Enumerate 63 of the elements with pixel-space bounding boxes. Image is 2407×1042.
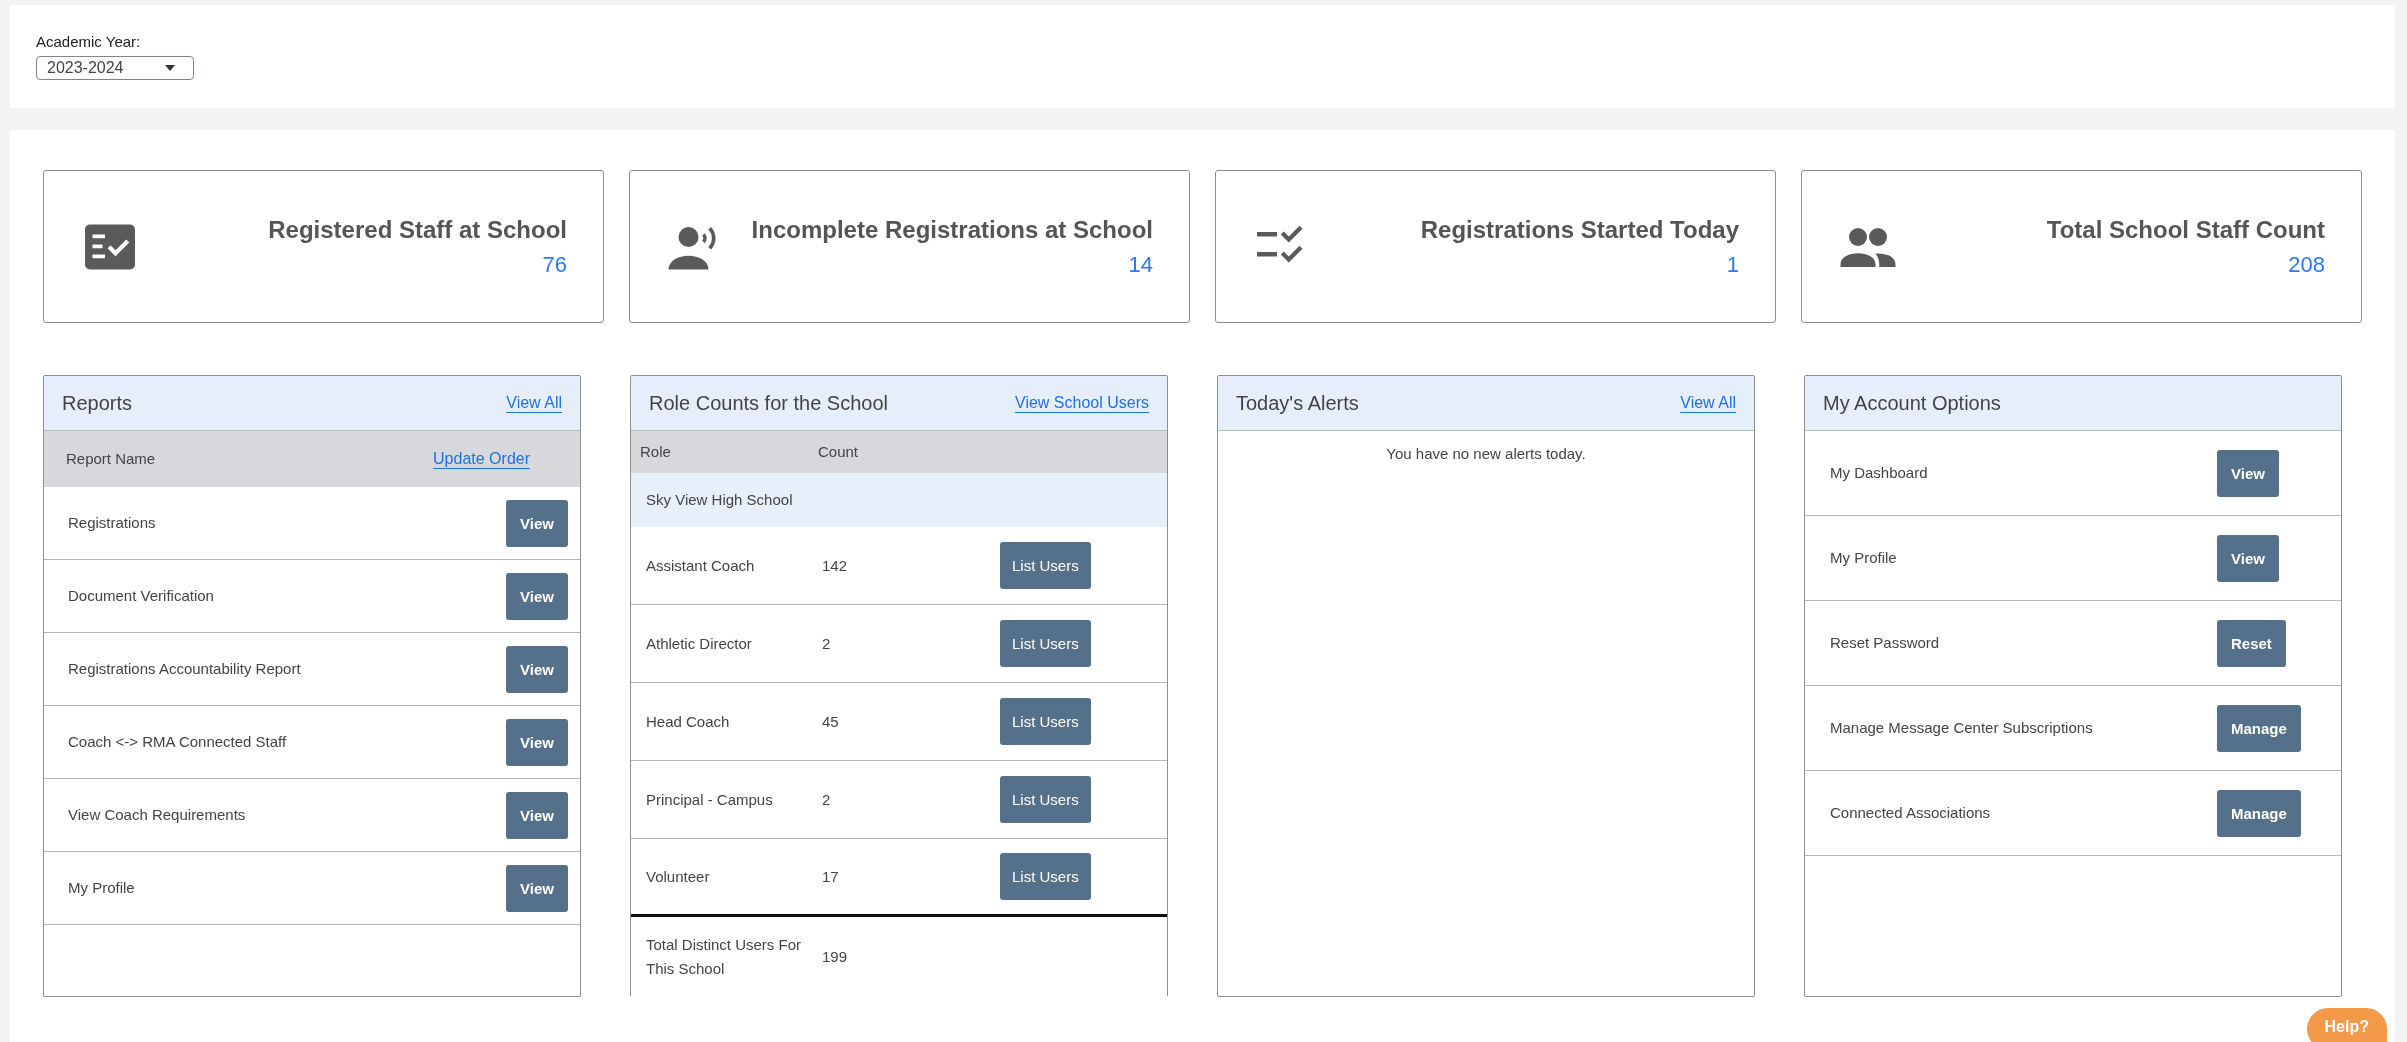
view-button[interactable]: View xyxy=(506,499,568,547)
role-name: Head Coach xyxy=(646,711,731,732)
stat-value: 208 xyxy=(2288,251,2325,278)
view-all-link[interactable]: View All xyxy=(506,394,562,412)
option-button[interactable]: View xyxy=(2217,534,2279,582)
list-users-button[interactable]: List Users xyxy=(1000,542,1091,589)
report-name: Registrations Accountability Report xyxy=(68,659,302,679)
stat-value: 1 xyxy=(1726,251,1739,278)
list-users-button[interactable]: List Users xyxy=(1000,698,1091,745)
year-select[interactable]: 2023-2024 xyxy=(36,56,194,80)
report-name: Coach <-> RMA Connected Staff xyxy=(68,732,288,752)
role-name: Assistant Coach xyxy=(646,555,756,576)
panel-title: Reports xyxy=(62,391,133,415)
report-name: My Profile xyxy=(68,878,136,898)
role-name: Principal - Campus xyxy=(646,789,774,810)
role-count: 45 xyxy=(822,711,840,732)
column-header: Report Name xyxy=(66,449,157,469)
view-all-link[interactable]: View All xyxy=(1680,394,1736,412)
option-name: My Profile xyxy=(1830,548,1898,568)
panel-title: Today's Alerts xyxy=(1236,391,1359,415)
report-name: Document Verification xyxy=(68,586,215,606)
empty-message: You have no new alerts today. xyxy=(1385,444,1587,462)
stat-title: Registered Staff at School xyxy=(268,215,567,244)
option-button[interactable]: Manage xyxy=(2217,704,2301,752)
list-users-button[interactable]: List Users xyxy=(1000,620,1091,667)
option-name: My Dashboard xyxy=(1830,463,1929,483)
column-header: Count xyxy=(818,442,860,462)
role-count: 142 xyxy=(822,555,849,576)
option-button[interactable]: View xyxy=(2217,449,2279,497)
view-button[interactable]: View xyxy=(506,791,568,839)
school-name: Sky View High School xyxy=(646,490,794,510)
view-button[interactable]: View xyxy=(506,718,568,766)
report-name: Registrations xyxy=(68,513,157,533)
option-button[interactable]: Reset xyxy=(2217,619,2286,667)
column-header: Role xyxy=(640,442,672,462)
role-count: 2 xyxy=(822,633,832,654)
stat-title: Registrations Started Today xyxy=(1420,215,1739,244)
panel-title: Role Counts for the School xyxy=(649,391,889,415)
option-name: Connected Associations xyxy=(1830,803,1992,823)
total-label: Total Distinct Users For This School xyxy=(646,935,803,979)
stat-title: Incomplete Registrations at School xyxy=(751,215,1153,244)
role-count: 2 xyxy=(822,789,832,810)
list-users-button[interactable]: List Users xyxy=(1000,853,1091,900)
option-button[interactable]: Manage xyxy=(2217,789,2301,837)
total-count: 199 xyxy=(822,947,849,967)
role-name: Volunteer xyxy=(646,866,711,887)
stat-value: 14 xyxy=(1128,251,1153,278)
view-school-users-link[interactable]: View School Users xyxy=(1015,394,1149,412)
list-users-button[interactable]: List Users xyxy=(1000,776,1091,823)
report-name: View Coach Requirements xyxy=(68,805,247,825)
update-order-link[interactable]: Update Order xyxy=(433,450,530,468)
view-button[interactable]: View xyxy=(506,572,568,620)
caret-icon xyxy=(165,65,175,71)
panel-title: My Account Options xyxy=(1823,391,2001,415)
field-label: Academic Year: xyxy=(36,33,142,50)
role-name: Athletic Director xyxy=(646,633,753,654)
option-name: Reset Password xyxy=(1830,633,1941,653)
view-button[interactable]: View xyxy=(506,864,568,912)
stat-title: Total School Staff Count xyxy=(2046,215,2325,244)
view-button[interactable]: View xyxy=(506,645,568,693)
role-count: 17 xyxy=(822,866,840,887)
stat-value: 76 xyxy=(542,251,567,278)
option-name: Manage Message Center Subscriptions xyxy=(1830,718,2094,738)
